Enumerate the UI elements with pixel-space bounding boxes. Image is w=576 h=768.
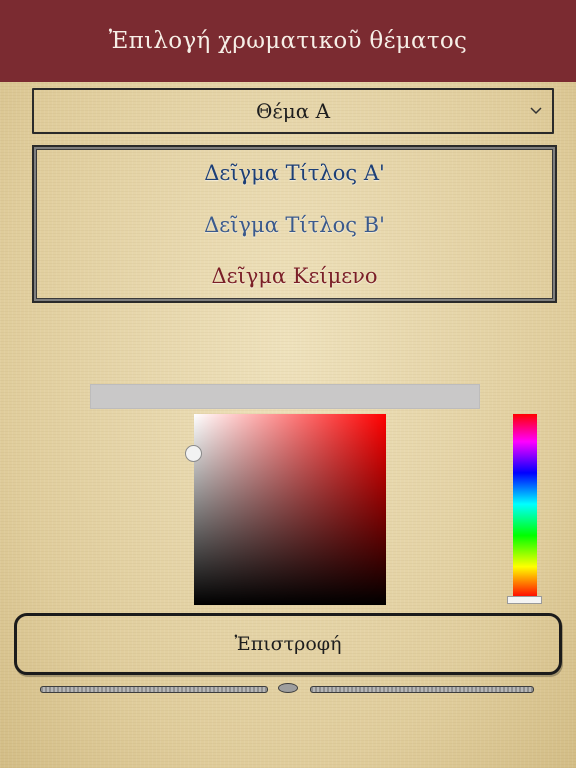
return-button[interactable]: Ἐπιστροφή: [14, 613, 562, 675]
preview-title-a: Δεῖγμα Τίτλος Α': [204, 161, 385, 185]
return-button-label: Ἐπιστροφή: [234, 633, 342, 655]
saturation-brightness-picker[interactable]: [194, 414, 386, 605]
chevron-down-icon: [530, 107, 542, 115]
header-bar: Ἐπιλογή χρωματικοῦ θέματος: [0, 0, 576, 82]
color-value-field[interactable]: [90, 384, 480, 409]
preview-title-b: Δεῖγμα Τίτλος Β': [204, 213, 385, 237]
decorative-divider-right: [310, 686, 534, 693]
theme-dropdown-value: Θέμα Α: [255, 99, 331, 123]
hue-slider-handle[interactable]: [507, 596, 542, 604]
preview-body-text: Δεῖγμα Κείμενο: [211, 264, 378, 288]
hue-slider[interactable]: [513, 414, 537, 598]
theme-dropdown[interactable]: Θέμα Α: [32, 88, 554, 134]
saturation-brightness-handle[interactable]: [185, 445, 202, 462]
theme-preview-panel: Δεῖγμα Τίτλος Α' Δεῖγμα Τίτλος Β' Δεῖγμα…: [32, 145, 557, 303]
decorative-divider-left: [40, 686, 268, 693]
page-title: Ἐπιλογή χρωματικοῦ θέματος: [108, 28, 468, 54]
decorative-divider-center: [278, 683, 298, 693]
